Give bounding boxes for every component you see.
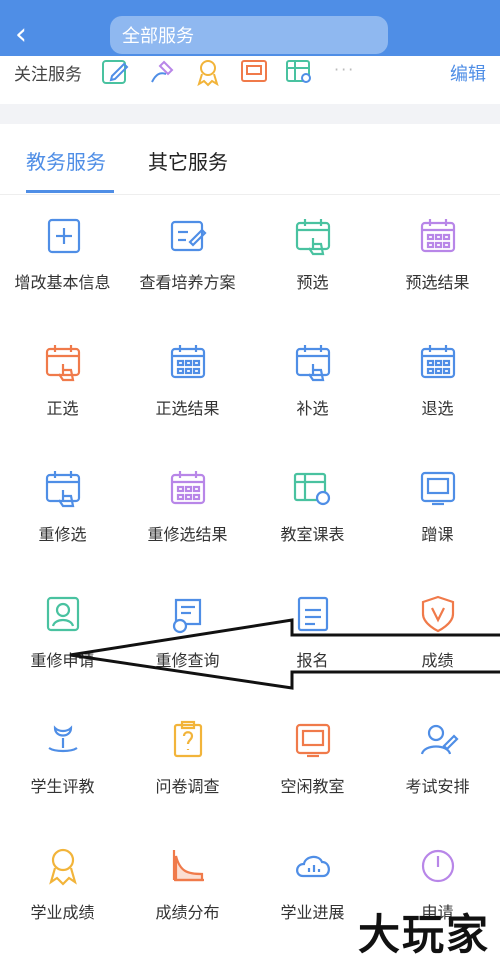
edit-doc-icon	[170, 220, 207, 252]
back-button[interactable]: ‹	[8, 16, 34, 52]
chart-curve-icon	[172, 850, 204, 882]
service-item-label: 正选	[46, 399, 79, 418]
active-tab-indicator	[26, 190, 114, 193]
service-item[interactable]: 重修查询	[125, 572, 250, 698]
service-item-label: 查看培养方案	[139, 273, 236, 292]
flower-hand-icon	[47, 725, 78, 753]
service-item-label: 重修选	[38, 525, 87, 544]
service-item-label: 预选结果	[405, 273, 470, 292]
service-item[interactable]: 增改基本信息	[0, 194, 125, 320]
portrait-icon	[46, 596, 79, 632]
screen-icon[interactable]	[238, 56, 270, 88]
service-item-label: 成绩分布	[155, 903, 220, 922]
service-item-label: 空闲教室	[280, 777, 345, 796]
service-item-label: 教室课表	[280, 525, 345, 544]
calendar-hand-icon	[295, 219, 330, 256]
calendar-grid-icon	[420, 345, 455, 379]
tab-academic-services[interactable]: 教务服务	[26, 146, 106, 175]
calendar-grid-icon	[170, 345, 205, 379]
service-item-label: 正选结果	[155, 399, 220, 418]
service-item-label: 考试安排	[405, 777, 470, 796]
service-item[interactable]: 重修申请	[0, 572, 125, 698]
service-item[interactable]: 正选	[0, 320, 125, 446]
service-item-label: 退选	[421, 399, 454, 418]
screen-icon	[420, 471, 455, 506]
service-item[interactable]: 补选	[250, 320, 375, 446]
tab-other-services[interactable]: 其它服务	[148, 146, 228, 175]
scroll-search-icon	[172, 598, 201, 634]
service-item[interactable]: 蹭课	[375, 446, 500, 572]
service-item[interactable]: 重修选	[0, 446, 125, 572]
service-item-label: 报名	[296, 651, 329, 670]
service-item-label: 增改基本信息	[14, 273, 111, 292]
edit-button[interactable]: 编辑	[450, 60, 486, 86]
calendar-hand-icon	[45, 471, 80, 508]
search-placeholder: 全部服务	[122, 26, 194, 47]
service-item-label: 预选	[296, 273, 329, 292]
medal-icon[interactable]	[192, 56, 224, 88]
service-item-label: 学业成绩	[30, 903, 95, 922]
edit-icon[interactable]	[100, 56, 132, 88]
service-item-label: 成绩	[421, 651, 454, 670]
service-item[interactable]: 重修选结果	[125, 446, 250, 572]
calendar-grid-icon	[170, 471, 205, 505]
search-input[interactable]: 全部服务	[110, 16, 388, 54]
clock-icon	[421, 849, 454, 883]
service-item[interactable]: 成绩分布	[125, 824, 250, 950]
calendar-grid-icon	[420, 219, 455, 253]
service-item[interactable]: 学生评教	[0, 698, 125, 824]
chevron-left-icon: ‹	[15, 16, 27, 52]
watermark-logo: 大玩家	[357, 910, 490, 959]
clipboard-question-icon	[173, 720, 202, 758]
service-item[interactable]: 退选	[375, 320, 500, 446]
table-search-icon[interactable]	[284, 56, 316, 88]
service-item[interactable]: 学业成绩	[0, 824, 125, 950]
more-indicator: ···	[334, 60, 356, 79]
calendar-hand-icon	[45, 345, 80, 382]
service-item-label: 学生评教	[30, 777, 95, 796]
medal-icon	[48, 848, 77, 886]
service-tabs: 教务服务 其它服务	[0, 124, 500, 195]
service-item-label: 重修查询	[155, 651, 220, 670]
hand-pen-icon[interactable]	[146, 56, 178, 88]
service-item[interactable]: 成绩	[375, 572, 500, 698]
service-item[interactable]: 预选结果	[375, 194, 500, 320]
cloud-chart-icon	[295, 855, 330, 878]
service-item-label: 重修选结果	[147, 525, 228, 544]
service-item-label: 蹭课	[421, 525, 454, 544]
followed-services-label: 关注服务	[14, 65, 82, 85]
service-item-label: 学业进展	[280, 903, 345, 922]
followed-services-icons	[100, 56, 316, 88]
service-item[interactable]: 预选	[250, 194, 375, 320]
service-item[interactable]: 学业进展	[250, 824, 375, 950]
followed-services-bar: 关注服务 ··· 编辑	[0, 56, 500, 104]
service-item-label: 重修申请	[30, 651, 95, 670]
service-item[interactable]: 报名	[250, 572, 375, 698]
document-icon	[297, 596, 328, 632]
service-item-label: 补选	[296, 399, 329, 418]
service-item[interactable]: 教室课表	[250, 446, 375, 572]
section-divider	[0, 104, 500, 124]
service-item[interactable]: 正选结果	[125, 320, 250, 446]
service-item[interactable]: 查看培养方案	[125, 194, 250, 320]
service-item-label: 问卷调查	[155, 777, 220, 796]
user-pen-icon	[420, 724, 459, 755]
table-search-icon	[293, 472, 330, 506]
plus-square-icon	[47, 218, 80, 254]
service-item[interactable]: 空闲教室	[250, 698, 375, 824]
screen-icon	[295, 723, 330, 758]
calendar-hand-icon	[295, 345, 330, 382]
shield-v-icon	[421, 595, 454, 633]
service-item[interactable]: 考试安排	[375, 698, 500, 824]
service-item[interactable]: 问卷调查	[125, 698, 250, 824]
